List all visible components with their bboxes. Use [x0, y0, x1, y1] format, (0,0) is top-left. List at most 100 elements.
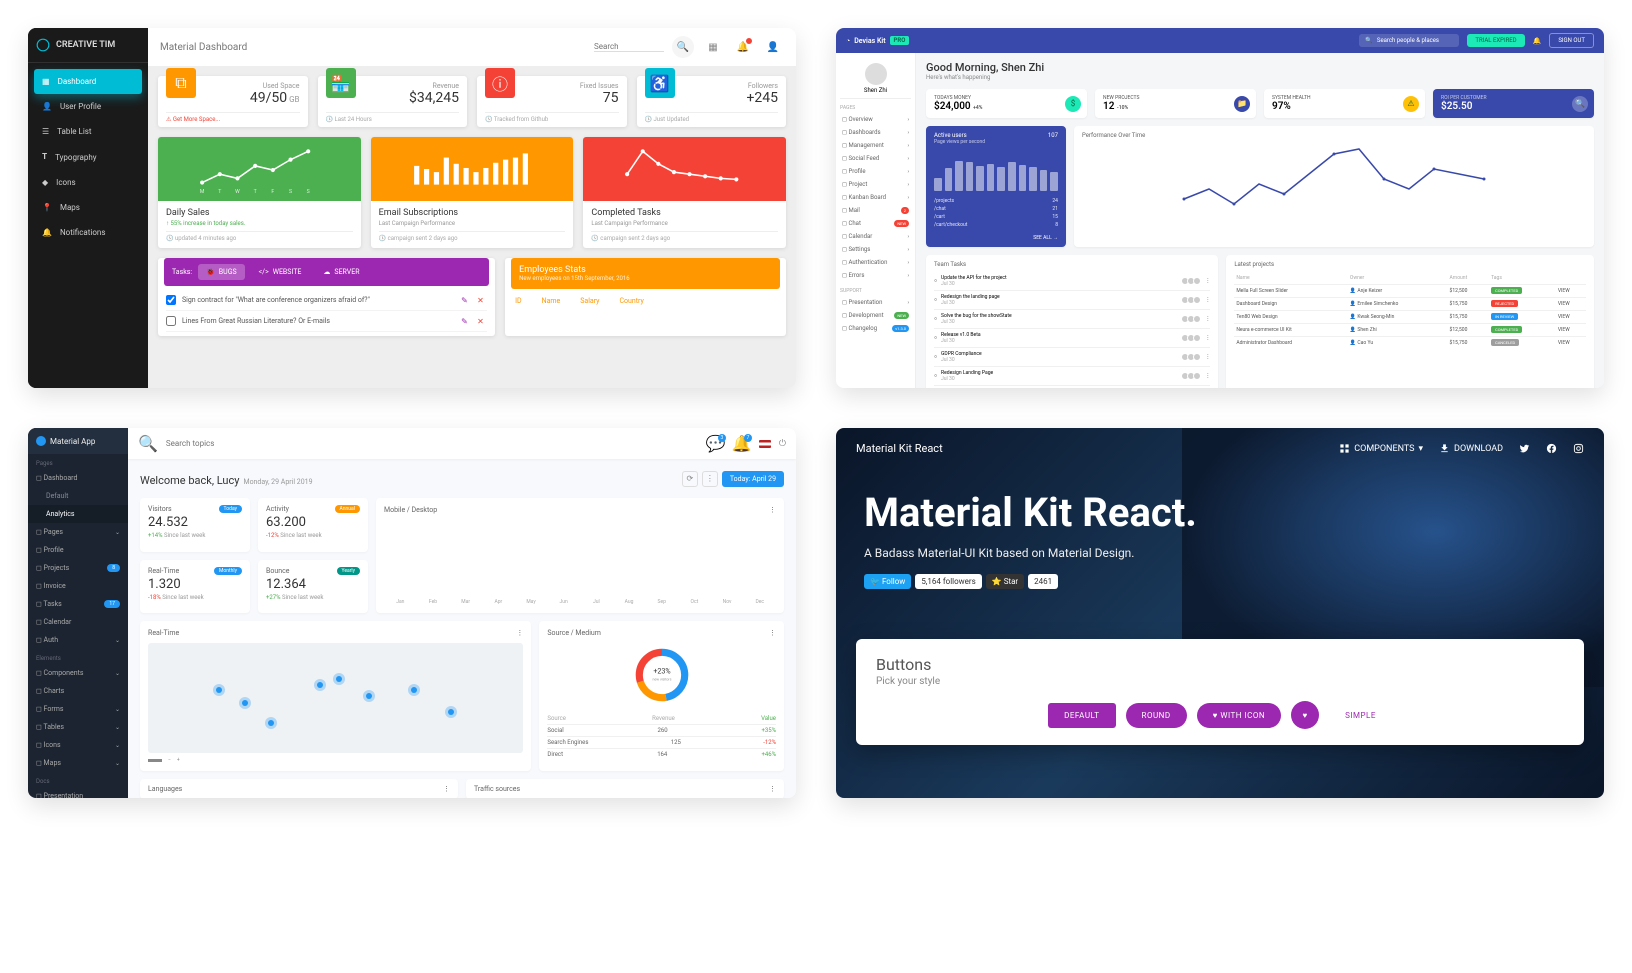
- sidebar-item-dashboard[interactable]: ▦Dashboard: [34, 69, 142, 94]
- sidebar-item-profile[interactable]: ◻ Profile: [28, 541, 128, 559]
- search-input[interactable]: [594, 42, 664, 52]
- sidebar-item-tasks[interactable]: ◻ Tasks17: [28, 595, 128, 613]
- task-row[interactable]: ○Redesign Landing PageJul 30⋮: [934, 367, 1210, 386]
- table-row[interactable]: Neura e-commerce UI Kit👤 Shen Zhi$12,500…: [1234, 324, 1586, 337]
- edit-icon[interactable]: ✎: [461, 296, 471, 305]
- filter-icon[interactable]: ⋮: [702, 471, 718, 487]
- search-icon[interactable]: 🔍: [138, 434, 158, 453]
- flag-icon[interactable]: [759, 440, 771, 448]
- btn-simple[interactable]: SIMPLE: [1329, 703, 1392, 728]
- brand[interactable]: ◔ Devias Kit PRO: [846, 36, 909, 45]
- delete-icon[interactable]: ✕: [477, 317, 487, 326]
- sidebar-item-default[interactable]: Default: [28, 487, 128, 505]
- sidebar-item-changelog[interactable]: ◻ Changelogv1.3.0: [840, 322, 911, 335]
- nav-download[interactable]: DOWNLOAD: [1439, 443, 1503, 454]
- refresh-icon[interactable]: ⟳: [682, 471, 698, 487]
- bell-icon[interactable]: 🔔7: [733, 435, 751, 453]
- twitter-icon[interactable]: [1519, 443, 1530, 454]
- sidebar-item-maps[interactable]: 📍Maps: [34, 195, 142, 220]
- sidebar-item-project[interactable]: ◻ Project›: [840, 178, 911, 191]
- see-all-link[interactable]: SEE ALL →: [934, 235, 1058, 241]
- task-row[interactable]: ○Update the API for the projectJul 30⋮: [934, 272, 1210, 291]
- nav-components[interactable]: COMPONENTS ▾: [1339, 443, 1423, 454]
- sidebar-item-calendar[interactable]: ◻ Calendar: [28, 613, 128, 631]
- chat-icon[interactable]: 💬3: [707, 435, 725, 453]
- task-row[interactable]: ○GDPR ComplianceJul 30⋮: [934, 348, 1210, 367]
- search-input[interactable]: 🔍 Search people & places: [1359, 34, 1459, 47]
- task-checkbox[interactable]: [166, 316, 176, 326]
- sidebar-item-errors[interactable]: ◻ Errors›: [840, 269, 911, 282]
- more-icon[interactable]: ⋮: [443, 785, 450, 793]
- more-icon[interactable]: ⋮: [769, 506, 776, 514]
- edit-icon[interactable]: ✎: [461, 317, 471, 326]
- user-icon[interactable]: 👤: [762, 36, 784, 58]
- sidebar-item-charts[interactable]: ◻ Charts: [28, 682, 128, 700]
- more-icon[interactable]: ⋮: [516, 629, 523, 637]
- btn-fab[interactable]: ♥: [1291, 701, 1319, 729]
- more-icon[interactable]: ⋮: [769, 629, 776, 637]
- sidebar-item-projects[interactable]: ◻ Projects8: [28, 559, 128, 577]
- sidebar-item-analytics[interactable]: Analytics: [28, 505, 128, 523]
- sidebar-item-components[interactable]: ◻ Components⌄: [28, 664, 128, 682]
- sidebar-item-forms[interactable]: ◻ Forms⌄: [28, 700, 128, 718]
- power-icon[interactable]: ⏻: [779, 439, 786, 449]
- sidebar-item-user-profile[interactable]: 👤User Profile: [34, 94, 142, 119]
- btn-default[interactable]: DEFAULT: [1048, 703, 1115, 728]
- today-button[interactable]: Today: April 29: [722, 471, 784, 487]
- sidebar-item-profile[interactable]: ◻ Profile›: [840, 165, 911, 178]
- delete-icon[interactable]: ✕: [477, 296, 487, 305]
- badge[interactable]: ⭐ Star: [986, 574, 1024, 589]
- table-row[interactable]: Administrator Dashboard👤 Cao Yu$15,750CA…: [1234, 337, 1586, 350]
- badge[interactable]: 🐦 Follow: [864, 574, 911, 589]
- sidebar-item-tables[interactable]: ◻ Tables⌄: [28, 718, 128, 736]
- tab-server[interactable]: ☁ SERVER: [315, 264, 367, 280]
- facebook-icon[interactable]: [1546, 443, 1557, 454]
- world-map[interactable]: [148, 643, 523, 753]
- sidebar-item-mail[interactable]: ◻ Mail2: [840, 204, 911, 217]
- task-checkbox[interactable]: [166, 295, 176, 305]
- sidebar-item-notifications[interactable]: 🔔Notifications: [34, 220, 142, 245]
- btn-round[interactable]: ROUND: [1126, 703, 1187, 728]
- sidebar-item-calendar[interactable]: ◻ Calendar›: [840, 230, 911, 243]
- sidebar-item-kanban-board[interactable]: ◻ Kanban Board›: [840, 191, 911, 204]
- brand[interactable]: Material App: [28, 428, 128, 454]
- sidebar-item-auth[interactable]: ◻ Auth⌄: [28, 631, 128, 649]
- tab-bugs[interactable]: 🐞 BUGS: [198, 264, 245, 280]
- search-input[interactable]: [166, 439, 699, 448]
- bell-icon[interactable]: 🔔: [1533, 37, 1542, 45]
- sidebar-item-overview[interactable]: ◻ Overview›: [840, 113, 911, 126]
- sidebar-item-management[interactable]: ◻ Management›: [840, 139, 911, 152]
- sidebar-item-chat[interactable]: ◻ ChatNEW: [840, 217, 911, 230]
- sidebar-item-presentation[interactable]: ◻ Presentation›: [840, 296, 911, 309]
- badge[interactable]: 5,164 followers: [915, 574, 981, 589]
- sidebar-item-authentication[interactable]: ◻ Authentication›: [840, 256, 911, 269]
- sidebar-item-dashboard[interactable]: ◻ Dashboard: [28, 469, 128, 487]
- tab-website[interactable]: </> WEBSITE: [251, 264, 310, 280]
- sidebar-item-table-list[interactable]: ☰Table List: [34, 119, 142, 144]
- sidebar-item-social-feed[interactable]: ◻ Social Feed›: [840, 152, 911, 165]
- task-row[interactable]: ○Solve the bug for the showStateJul 30⋮: [934, 310, 1210, 329]
- brand[interactable]: CREATIVE TIM: [28, 28, 148, 63]
- btn-with-icon[interactable]: WITH ICON: [1197, 703, 1281, 728]
- sidebar-item-settings[interactable]: ◻ Settings›: [840, 243, 911, 256]
- signout-button[interactable]: SIGN OUT: [1549, 33, 1594, 48]
- sidebar-item-pages[interactable]: ◻ Pages⌄: [28, 523, 128, 541]
- trial-button[interactable]: TRIAL EXPIRED: [1467, 34, 1524, 47]
- grid-icon[interactable]: ▦: [702, 36, 724, 58]
- sidebar-item-development[interactable]: ◻ DevelopmentNEW: [840, 309, 911, 322]
- sidebar-item-presentation[interactable]: ◻ Presentation: [28, 787, 128, 798]
- sidebar-item-icons[interactable]: ◻ Icons⌄: [28, 736, 128, 754]
- sidebar-item-typography[interactable]: 𝐓Typography: [34, 144, 142, 170]
- bell-icon[interactable]: 🔔: [732, 36, 754, 58]
- instagram-icon[interactable]: [1573, 443, 1584, 454]
- brand[interactable]: Material Kit React: [856, 442, 943, 455]
- user-block[interactable]: Shen Zhi: [840, 59, 911, 99]
- sidebar-item-maps[interactable]: ◻ Maps⌄: [28, 754, 128, 772]
- table-row[interactable]: Dashboard Design👤 Emilee Simchenko$15,75…: [1234, 298, 1586, 311]
- task-row[interactable]: ○Redesign the landing pageJul 30⋮: [934, 291, 1210, 310]
- table-row[interactable]: Ten80 Web Design👤 Kwak Seong-Min$15,750I…: [1234, 311, 1586, 324]
- more-icon[interactable]: ⋮: [769, 785, 776, 793]
- task-row[interactable]: ○Release v1.0 BetaJul 30⋮: [934, 329, 1210, 348]
- search-icon[interactable]: 🔍: [672, 36, 694, 58]
- sidebar-item-dashboards[interactable]: ◻ Dashboards›: [840, 126, 911, 139]
